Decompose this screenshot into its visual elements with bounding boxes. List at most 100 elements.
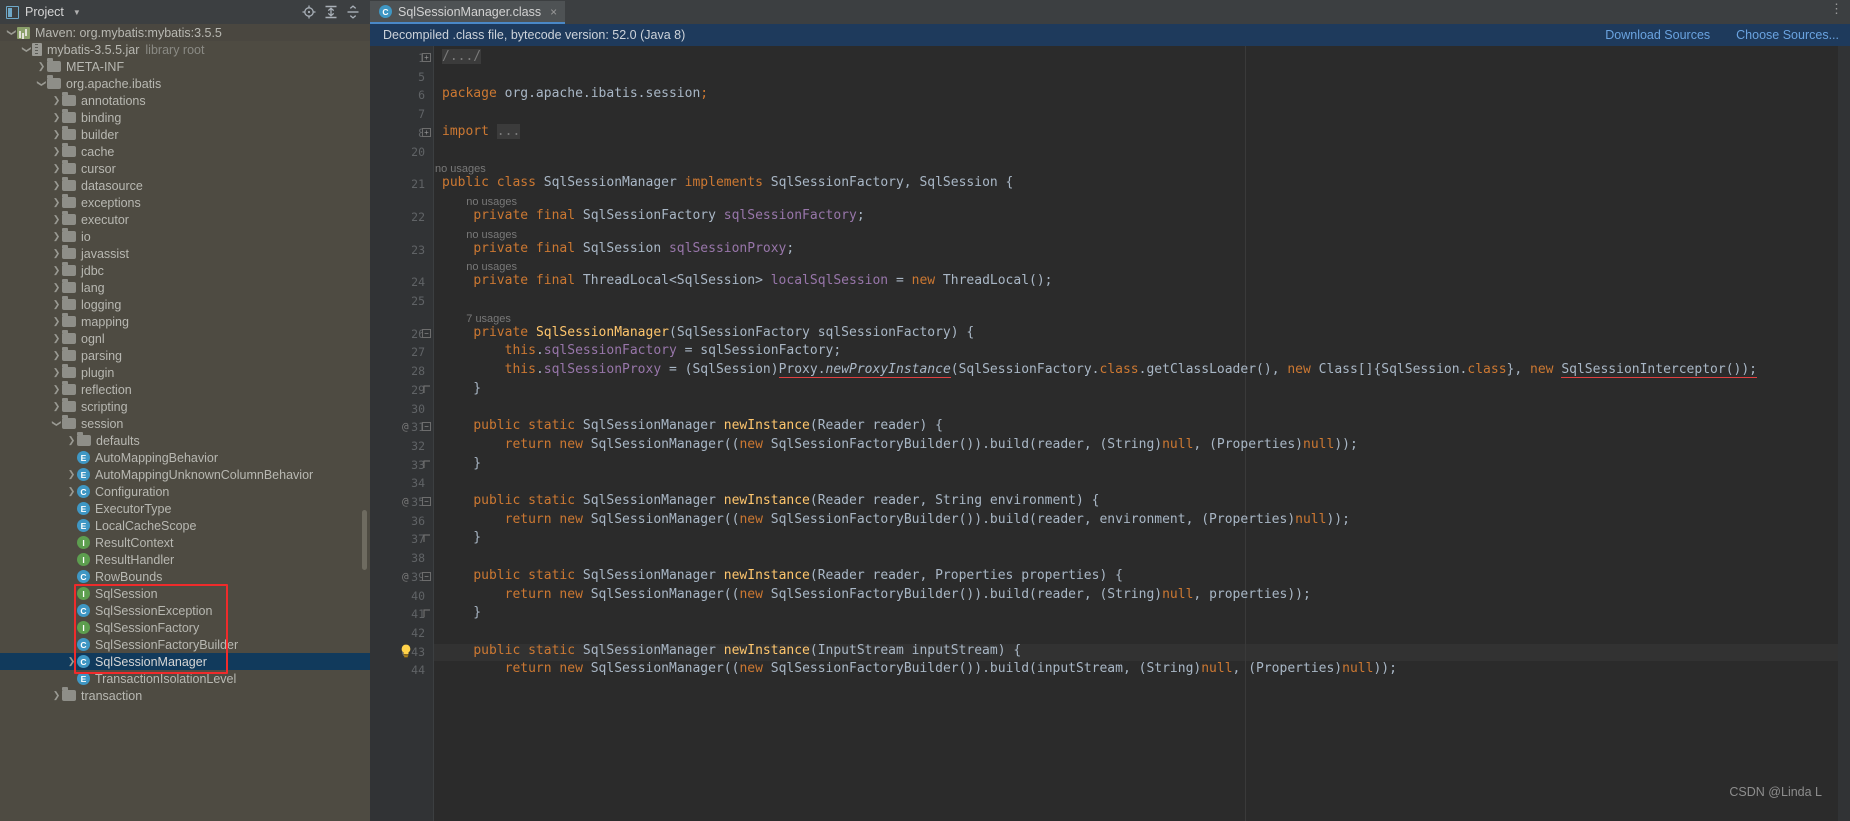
tree-item[interactable]: ❯ cache <box>0 143 370 160</box>
tree-item[interactable]: ❯ session <box>0 415 370 432</box>
fold-collapse-icon[interactable]: − <box>422 328 431 338</box>
tree-item[interactable]: ❯ cursor <box>0 160 370 177</box>
chevron-right-icon[interactable]: ❯ <box>66 432 77 449</box>
chevron-right-icon[interactable]: ❯ <box>51 330 62 347</box>
tree-item[interactable]: E TransactionIsolationLevel <box>0 670 370 687</box>
code-line[interactable]: public static SqlSessionManager newInsta… <box>442 418 943 433</box>
tree-item[interactable]: ❯ mybatis-3.5.5.jar library root <box>0 41 370 58</box>
chevron-right-icon[interactable]: ❯ <box>51 126 62 143</box>
usage-hint[interactable]: no usages <box>435 163 486 175</box>
tree-item[interactable]: ❯ jdbc <box>0 262 370 279</box>
chevron-right-icon[interactable]: ❯ <box>36 58 47 75</box>
tree-item[interactable]: ❯ ognl <box>0 330 370 347</box>
chevron-right-icon[interactable]: ❯ <box>51 381 62 398</box>
tree-item[interactable]: C RowBounds <box>0 568 370 585</box>
locate-icon[interactable] <box>298 2 320 22</box>
project-tree-scrollbar[interactable] <box>362 510 367 570</box>
code-line[interactable]: private SqlSessionManager(SqlSessionFact… <box>442 325 974 340</box>
code-line[interactable]: this.sqlSessionProxy = (SqlSession)Proxy… <box>442 362 1757 379</box>
collapse-all-icon[interactable] <box>342 2 364 22</box>
editor-gutter[interactable]: 1+5678+20212223242526−2728293031@−323334… <box>370 46 433 821</box>
chevron-right-icon[interactable]: ❯ <box>51 296 62 313</box>
code-line[interactable]: public static SqlSessionManager newInsta… <box>442 493 1099 508</box>
tree-item[interactable]: ❯ io <box>0 228 370 245</box>
fold-end-icon[interactable] <box>422 609 431 618</box>
override-marker-icon[interactable]: @ <box>402 420 409 433</box>
chevron-down-icon[interactable]: ▼ <box>73 8 81 17</box>
chevron-right-icon[interactable]: ❯ <box>51 313 62 330</box>
tree-item[interactable]: ❯ datasource <box>0 177 370 194</box>
choose-sources-link[interactable]: Choose Sources... <box>1736 28 1839 42</box>
tree-item[interactable]: ❯ plugin <box>0 364 370 381</box>
tree-item[interactable]: E AutoMappingBehavior <box>0 449 370 466</box>
tree-item[interactable]: ❯ Maven: org.mybatis:mybatis:3.5.5 <box>0 24 370 41</box>
error-stripe-gutter[interactable] <box>1838 46 1850 821</box>
tree-item-selected[interactable]: ❯ C SqlSessionManager <box>0 653 370 670</box>
code-line[interactable]: return new SqlSessionManager((new SqlSes… <box>442 661 1397 676</box>
chevron-right-icon[interactable]: ❯ <box>66 466 77 483</box>
chevron-right-icon[interactable]: ❯ <box>51 160 62 177</box>
tree-item[interactable]: ❯ C Configuration <box>0 483 370 500</box>
chevron-right-icon[interactable]: ❯ <box>51 364 62 381</box>
code-line[interactable]: this.sqlSessionFactory = sqlSessionFacto… <box>442 343 842 358</box>
tree-item[interactable]: ❯ transaction <box>0 687 370 704</box>
tree-item[interactable]: ❯ exceptions <box>0 194 370 211</box>
chevron-right-icon[interactable]: ❯ <box>51 211 62 228</box>
tree-item[interactable]: C SqlSessionFactoryBuilder <box>0 636 370 653</box>
project-tree[interactable]: ❯ Maven: org.mybatis:mybatis:3.5.5 ❯ mybati… <box>0 24 370 821</box>
chevron-right-icon[interactable]: ❯ <box>51 177 62 194</box>
tree-item[interactable]: ❯ org.apache.ibatis <box>0 75 370 92</box>
fold-collapse-icon[interactable]: − <box>422 422 431 432</box>
tree-item[interactable]: ❯ META-INF <box>0 58 370 75</box>
override-marker-icon[interactable]: @ <box>402 495 409 508</box>
code-line[interactable]: return new SqlSessionManager((new SqlSes… <box>442 512 1350 527</box>
chevron-right-icon[interactable]: ❯ <box>51 228 62 245</box>
tab-sqlsessionmanager-class[interactable]: C SqlSessionManager.class × <box>370 1 566 24</box>
code-line[interactable]: /.../ <box>442 49 482 64</box>
chevron-right-icon[interactable]: ❯ <box>51 245 62 262</box>
tree-item[interactable]: ❯ logging <box>0 296 370 313</box>
tree-item[interactable]: ❯ mapping <box>0 313 370 330</box>
fold-end-icon[interactable] <box>422 534 431 543</box>
chevron-right-icon[interactable]: ❯ <box>51 109 62 126</box>
fold-expand-icon[interactable]: + <box>422 53 431 62</box>
tree-item[interactable]: ❯ defaults <box>0 432 370 449</box>
tree-item[interactable]: I ResultContext <box>0 534 370 551</box>
code-line[interactable]: } <box>442 605 481 620</box>
usage-hint[interactable]: 7 usages <box>466 313 511 325</box>
tree-item[interactable]: ❯ executor <box>0 211 370 228</box>
fold-collapse-icon[interactable]: − <box>422 497 431 506</box>
chevron-right-icon[interactable]: ❯ <box>66 483 77 500</box>
code-line[interactable]: public static SqlSessionManager newInsta… <box>442 643 1021 658</box>
fold-collapse-icon[interactable]: − <box>422 571 431 581</box>
intention-bulb-icon[interactable] <box>400 644 412 661</box>
code-line[interactable]: public class SqlSessionManager implement… <box>442 175 1013 190</box>
code-line[interactable]: private final SqlSession sqlSessionProxy… <box>442 241 794 256</box>
usage-hint[interactable]: no usages <box>466 229 517 241</box>
tree-item[interactable]: ❯ E AutoMappingUnknownColumnBehavior <box>0 466 370 483</box>
download-sources-link[interactable]: Download Sources <box>1605 28 1710 42</box>
chevron-right-icon[interactable]: ❯ <box>51 687 62 704</box>
code-viewport[interactable]: 1+5678+20212223242526−2728293031@−323334… <box>370 46 1850 821</box>
code-line[interactable]: } <box>442 456 481 471</box>
code-line[interactable]: import ... <box>442 123 521 139</box>
override-marker-icon[interactable]: @ <box>402 570 409 583</box>
tree-item[interactable]: C SqlSessionException <box>0 602 370 619</box>
tree-item[interactable]: I SqlSession <box>0 585 370 602</box>
chevron-right-icon[interactable]: ❯ <box>51 143 62 160</box>
tree-item[interactable]: I SqlSessionFactory <box>0 619 370 636</box>
tree-item[interactable]: ❯ lang <box>0 279 370 296</box>
tree-item[interactable]: ❯ javassist <box>0 245 370 262</box>
code-line[interactable]: } <box>442 381 481 396</box>
tree-item[interactable]: ❯ reflection <box>0 381 370 398</box>
code-line[interactable]: private final ThreadLocal<SqlSession> lo… <box>442 273 1052 288</box>
chevron-right-icon[interactable]: ❯ <box>51 262 62 279</box>
tree-item[interactable]: E LocalCacheScope <box>0 517 370 534</box>
tree-item[interactable]: ❯ parsing <box>0 347 370 364</box>
expand-all-icon[interactable] <box>320 2 342 22</box>
chevron-right-icon[interactable]: ❯ <box>66 653 77 670</box>
chevron-right-icon[interactable]: ❯ <box>51 194 62 211</box>
tree-item[interactable]: ❯ builder <box>0 126 370 143</box>
usage-hint[interactable]: no usages <box>466 196 517 208</box>
fold-end-icon[interactable] <box>422 385 431 394</box>
